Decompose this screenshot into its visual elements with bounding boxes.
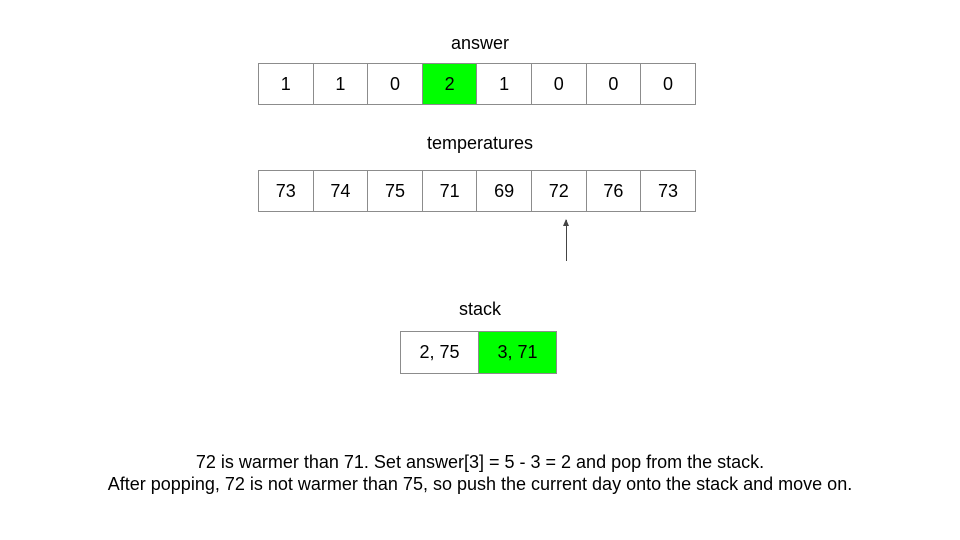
answer-cell: 0 bbox=[530, 63, 587, 105]
temperature-cell: 73 bbox=[258, 170, 314, 212]
answer-cell: 1 bbox=[476, 63, 532, 105]
answer-label: answer bbox=[450, 33, 510, 53]
temperature-cell: 74 bbox=[312, 170, 369, 212]
temperature-cell: 71 bbox=[421, 170, 478, 212]
answer-cell: 0 bbox=[640, 63, 696, 105]
answer-cell: 0 bbox=[585, 63, 642, 105]
answer-cell: 0 bbox=[367, 63, 423, 105]
answer-cell-highlighted: 2 bbox=[421, 63, 478, 105]
stack-cell: 2, 75 bbox=[400, 331, 479, 374]
pointer-arrow-shaft bbox=[566, 220, 567, 261]
temperatures-label: temperatures bbox=[426, 133, 534, 153]
caption-line-1: 72 is warmer than 71. Set answer[3] = 5 … bbox=[195, 452, 765, 472]
stack-label: stack bbox=[458, 299, 501, 319]
temperature-cell: 73 bbox=[640, 170, 696, 212]
answer-cell: 1 bbox=[312, 63, 369, 105]
stack-cell-highlighted: 3, 71 bbox=[478, 331, 557, 374]
stack-array: 2, 75 3, 71 bbox=[400, 331, 557, 374]
answer-cell: 1 bbox=[258, 63, 314, 105]
answer-array: 1 1 0 2 1 0 0 0 bbox=[258, 63, 696, 105]
temperatures-array: 73 74 75 71 69 72 76 73 bbox=[258, 170, 696, 212]
temperature-cell: 76 bbox=[585, 170, 642, 212]
temperature-cell: 75 bbox=[367, 170, 423, 212]
temperature-cell: 69 bbox=[476, 170, 532, 212]
caption-line-2: After popping, 72 is not warmer than 75,… bbox=[107, 474, 853, 494]
temperature-cell: 72 bbox=[530, 170, 587, 212]
pointer-arrow-icon bbox=[563, 219, 569, 226]
